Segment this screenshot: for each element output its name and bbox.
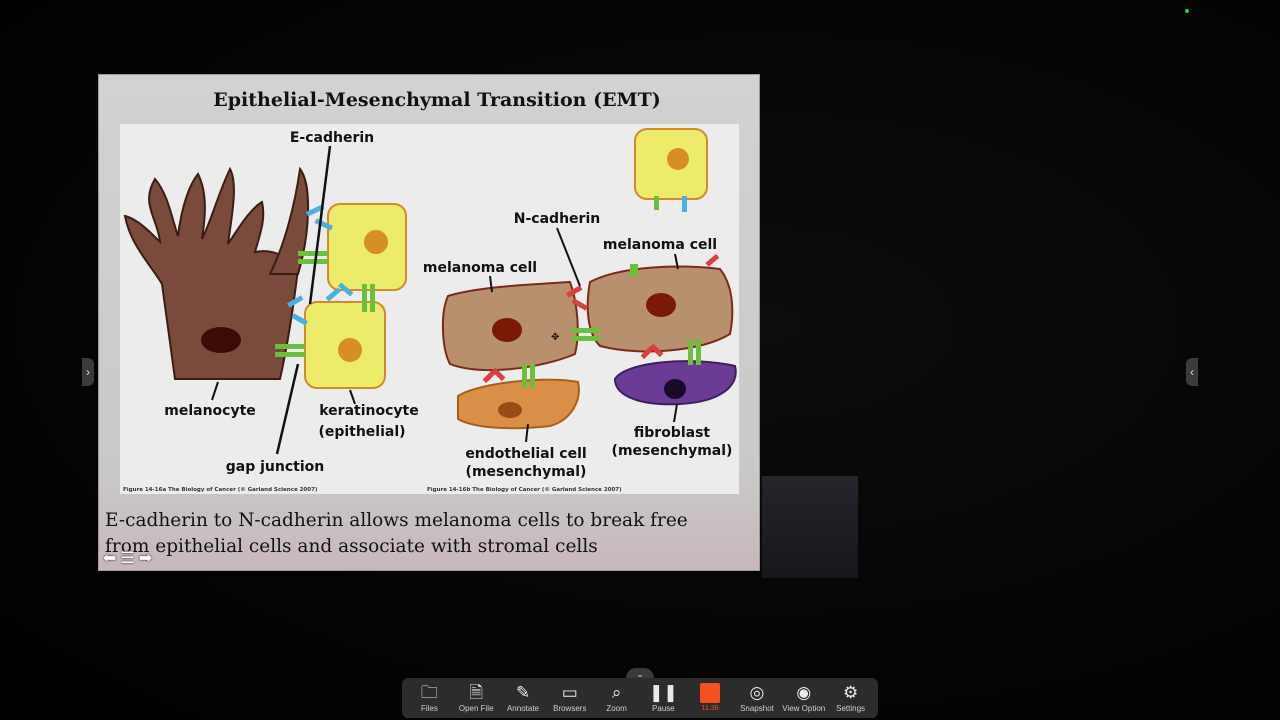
melanocyte-nucleus (201, 327, 241, 353)
zoom-button[interactable]: ⌕ Zoom (594, 682, 640, 714)
right-panel-toggle[interactable]: ‹ (1186, 358, 1198, 386)
presentation-slide: Epithelial-Mesenchymal Transition (EMT) (98, 74, 760, 571)
magnifier-icon: ⌕ (611, 683, 622, 702)
emt-figure: E-cadherin melanocyte keratinocyte (epit… (120, 124, 739, 494)
melanoma-left-nucleus (492, 318, 522, 342)
caption-line-2: from epithelial cells and associate with… (105, 536, 598, 557)
settings-label: Settings (836, 704, 866, 713)
gear-icon: ⚙ (842, 683, 859, 702)
slide-navigation: ⬅ ☰ ➡ (99, 546, 169, 570)
record-button[interactable]: 11:36 (687, 682, 733, 714)
record-timer: 11:36 (701, 705, 719, 712)
endothelial-nucleus (498, 402, 522, 418)
label-n-cadherin: N-cadherin (514, 211, 600, 227)
chevron-right-icon: › (86, 365, 90, 379)
label-e-cadherin: E-cadherin (290, 130, 374, 146)
background-thumbnail (762, 476, 858, 578)
slide-caption: E-cadherin to N-cadherin allows melanoma… (105, 508, 745, 560)
top-yellow-nucleus (667, 148, 689, 170)
label-melanocyte: melanocyte (164, 403, 256, 419)
record-icon (700, 683, 721, 703)
annotate-label: Annotate (506, 704, 539, 713)
label-gap-junction: gap junction (226, 459, 324, 475)
melanocyte-leader (211, 381, 219, 401)
arrow-left-icon[interactable]: ⬅ (103, 548, 116, 568)
label-fibroblast-sub: (mesenchymal) (612, 443, 733, 459)
label-endothelial: endothelial cell (465, 446, 586, 462)
pen-icon: ✎ (515, 683, 531, 702)
pause-label: Pause (652, 704, 675, 713)
chevron-left-icon: ‹ (1190, 365, 1194, 379)
open-file-button[interactable]: 🗎 Open File (453, 682, 499, 714)
keratinocyte-bottom-nucleus (338, 338, 362, 362)
crosshair-cursor-icon: ✥ (551, 332, 559, 343)
browsers-button[interactable]: ▭ Browsers (547, 682, 593, 714)
fibroblast-nucleus (664, 379, 686, 399)
camera-indicator-dot (1185, 9, 1189, 13)
pause-icon: ❚❚ (649, 683, 678, 702)
settings-button[interactable]: ⚙ Settings (828, 682, 874, 714)
view-option-label: View Option (782, 704, 826, 713)
files-button[interactable]: 🗀 Files (406, 682, 452, 714)
label-melanoma-left: melanoma cell (423, 260, 537, 276)
arrow-right-icon[interactable]: ➡ (139, 548, 152, 568)
camera-icon: ◎ (749, 683, 765, 702)
list-icon[interactable]: ☰ (120, 548, 134, 568)
figure-credit-right: Figure 14-16b The Biology of Cancer (© G… (427, 487, 622, 493)
left-panel-toggle[interactable]: › (82, 358, 94, 386)
browsers-label: Browsers (553, 704, 587, 713)
browser-icon: ▭ (561, 683, 578, 702)
bottom-toolbar: 🗀 Files 🗎 Open File ✎ Annotate ▭ Browser… (402, 678, 878, 718)
folder-icon: 🗀 (420, 683, 438, 702)
top-yellow-junction-blue (682, 196, 687, 212)
n-cadherin-leader (556, 227, 581, 287)
pause-button[interactable]: ❚❚ Pause (640, 682, 686, 714)
view-option-button[interactable]: ◉ View Option (781, 682, 827, 714)
snapshot-button[interactable]: ◎ Snapshot (734, 682, 780, 714)
label-fibroblast: fibroblast (634, 425, 711, 441)
keratinocyte-top-nucleus (364, 230, 388, 254)
open-file-label: Open File (458, 704, 494, 713)
label-keratinocyte: keratinocyte (319, 403, 418, 419)
zoom-label: Zoom (606, 704, 627, 713)
endothelial-cell (457, 378, 580, 430)
document-icon: 🗎 (469, 683, 484, 702)
fibroblast-leader (673, 403, 678, 423)
caption-line-1: E-cadherin to N-cadherin allows melanoma… (105, 510, 688, 531)
annotate-button[interactable]: ✎ Annotate (500, 682, 546, 714)
label-endothelial-sub: (mesenchymal) (466, 464, 587, 480)
emt-diagram: E-cadherin melanocyte keratinocyte (epit… (123, 128, 737, 493)
files-label: Files (420, 704, 438, 713)
eye-icon: ◉ (796, 683, 812, 702)
label-keratinocyte-sub: (epithelial) (318, 424, 405, 440)
melanoma-right-nucleus (646, 293, 676, 317)
top-yellow-junction-green (654, 196, 659, 210)
figure-credit-left: Figure 14-16a The Biology of Cancer (© G… (123, 487, 318, 493)
keratinocyte-leader (349, 389, 356, 405)
snapshot-label: Snapshot (740, 704, 774, 713)
label-melanoma-right: melanoma cell (603, 237, 717, 253)
slide-title: Epithelial-Mesenchymal Transition (EMT) (213, 89, 661, 111)
